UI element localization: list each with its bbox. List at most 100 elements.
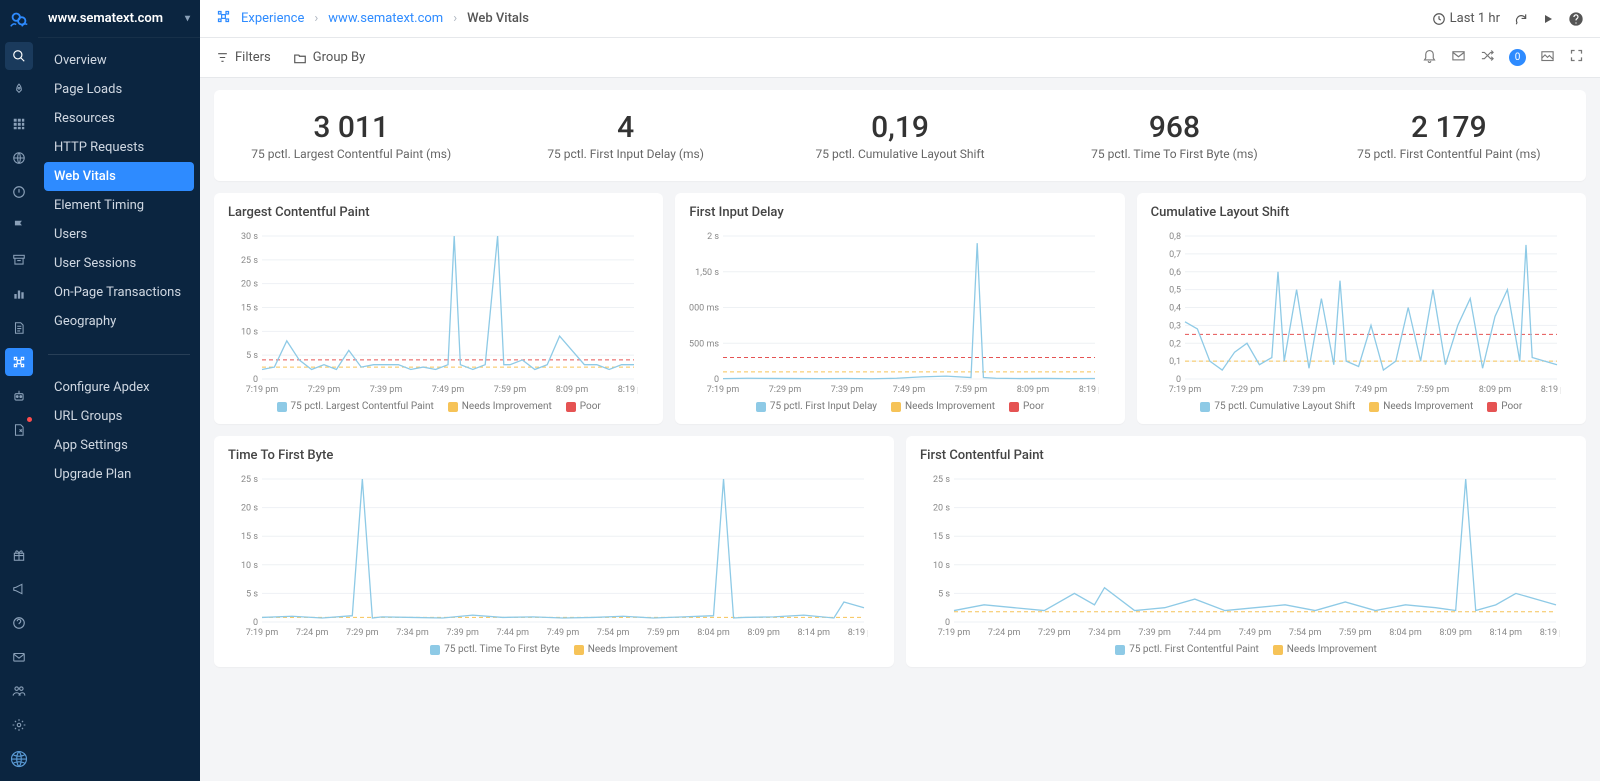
time-range-selector[interactable]: Last 1 hr <box>1432 11 1500 26</box>
fullscreen-icon[interactable] <box>1569 48 1584 67</box>
svg-text:7:29 pm: 7:29 pm <box>346 628 379 638</box>
svg-text:10 s: 10 s <box>241 327 258 337</box>
experience-icon[interactable] <box>5 348 33 376</box>
breadcrumb-mid[interactable]: www.sematext.com <box>328 11 443 26</box>
bell-icon[interactable] <box>1422 48 1437 67</box>
svg-text:25 s: 25 s <box>241 475 258 485</box>
panel-title: Time To First Byte <box>228 448 880 463</box>
chart-legend: 75 pctl. Cumulative Layout ShiftNeeds Im… <box>1151 401 1572 412</box>
help-circle-icon[interactable] <box>1568 11 1584 27</box>
gear-icon[interactable] <box>5 711 33 739</box>
svg-text:7:29 pm: 7:29 pm <box>1230 385 1263 395</box>
kpi-value: 4 <box>488 110 762 145</box>
sidebar-item-resources[interactable]: Resources <box>44 104 194 133</box>
sidebar-item-users[interactable]: Users <box>44 220 194 249</box>
app-logo-icon[interactable] <box>8 8 30 36</box>
svg-text:5 s: 5 s <box>246 351 258 361</box>
svg-text:20 s: 20 s <box>933 504 950 514</box>
filters-button[interactable]: Filters <box>216 50 271 65</box>
svg-text:0: 0 <box>253 618 258 628</box>
panel-title: First Contentful Paint <box>920 448 1572 463</box>
sidebar-item-on-page-transactions[interactable]: On-Page Transactions <box>44 278 194 307</box>
svg-text:7:24 pm: 7:24 pm <box>988 628 1021 638</box>
apps-grid-icon[interactable] <box>5 110 33 138</box>
sidebar-item-url-groups[interactable]: URL Groups <box>44 402 194 431</box>
archive-icon[interactable] <box>5 246 33 274</box>
bar-chart-icon[interactable] <box>5 280 33 308</box>
svg-text:7:29 pm: 7:29 pm <box>308 385 341 395</box>
svg-text:7:49 pm: 7:49 pm <box>893 385 926 395</box>
sidebar-item-app-settings[interactable]: App Settings <box>44 431 194 460</box>
kpi-value: 968 <box>1037 110 1311 145</box>
kpi-label: 75 pctl. Time To First Byte (ms) <box>1037 147 1311 161</box>
sidebar-item-http-requests[interactable]: HTTP Requests <box>44 133 194 162</box>
svg-text:0,6: 0,6 <box>1169 268 1181 278</box>
svg-text:0: 0 <box>1176 375 1181 385</box>
kpi: 0,1975 pctl. Cumulative Layout Shift <box>763 110 1037 161</box>
megaphone-icon[interactable] <box>5 575 33 603</box>
svg-text:0,5: 0,5 <box>1169 286 1181 296</box>
svg-text:7:39 pm: 7:39 pm <box>446 628 479 638</box>
breadcrumb-sep: › <box>314 11 318 26</box>
svg-text:8:04 pm: 8:04 pm <box>1389 628 1422 638</box>
svg-text:7:29 pm: 7:29 pm <box>769 385 802 395</box>
sidebar-item-element-timing[interactable]: Element Timing <box>44 191 194 220</box>
svg-text:7:59 pm: 7:59 pm <box>1339 628 1372 638</box>
svg-text:8:19 pm: 8:19 pm <box>1079 385 1099 395</box>
panel-cls: Cumulative Layout Shift 00,10,20,30,40,5… <box>1137 193 1586 424</box>
svg-text:500 ms: 500 ms <box>689 339 719 349</box>
flag-icon[interactable] <box>5 212 33 240</box>
svg-text:8:19 pm: 8:19 pm <box>848 628 868 638</box>
topbar: Experience › www.sematext.com › Web Vita… <box>200 0 1600 38</box>
svg-text:8:09 pm: 8:09 pm <box>1439 628 1472 638</box>
play-icon[interactable] <box>1542 13 1554 25</box>
globe-icon[interactable] <box>5 144 33 172</box>
document-icon[interactable] <box>5 314 33 342</box>
count-badge[interactable]: 0 <box>1509 49 1526 66</box>
kpi: 3 01175 pctl. Largest Contentful Paint (… <box>214 110 488 161</box>
kpi-value: 2 179 <box>1312 110 1586 145</box>
sidebar-item-user-sessions[interactable]: User Sessions <box>44 249 194 278</box>
robot-icon[interactable] <box>5 382 33 410</box>
rocket-icon[interactable] <box>5 76 33 104</box>
sidebar-item-geography[interactable]: Geography <box>44 307 194 336</box>
svg-text:7:49 pm: 7:49 pm <box>1354 385 1387 395</box>
sidebar-item-overview[interactable]: Overview <box>44 46 194 75</box>
svg-text:7:34 pm: 7:34 pm <box>396 628 429 638</box>
svg-text:7:24 pm: 7:24 pm <box>296 628 329 638</box>
sidebar-item-web-vitals[interactable]: Web Vitals <box>44 162 194 191</box>
chart-legend: 75 pctl. Largest Contentful PaintNeeds I… <box>228 401 649 412</box>
region-globe-icon[interactable] <box>5 745 33 773</box>
svg-text:8:04 pm: 8:04 pm <box>697 628 730 638</box>
shuffle-icon[interactable] <box>1480 48 1495 67</box>
export-icon[interactable] <box>5 416 33 444</box>
svg-text:10 s: 10 s <box>933 561 950 571</box>
breadcrumb-root[interactable]: Experience <box>241 11 304 26</box>
refresh-icon[interactable] <box>1514 12 1528 26</box>
panel-fcp: First Contentful Paint 05 s10 s15 s20 s2… <box>906 436 1586 667</box>
sidebar-app-selector[interactable]: www.sematext.com ▾ <box>38 0 200 38</box>
svg-text:7:19 pm: 7:19 pm <box>707 385 740 395</box>
sidebar: www.sematext.com ▾ OverviewPage LoadsRes… <box>38 0 200 781</box>
breadcrumb-current: Web Vitals <box>467 11 529 26</box>
groupby-button[interactable]: Group By <box>293 50 366 65</box>
screenshot-icon[interactable] <box>1540 48 1555 67</box>
svg-text:8:09 pm: 8:09 pm <box>747 628 780 638</box>
team-icon[interactable] <box>5 677 33 705</box>
mail-icon[interactable] <box>5 643 33 671</box>
sidebar-item-page-loads[interactable]: Page Loads <box>44 75 194 104</box>
panel-title: First Input Delay <box>689 205 1110 220</box>
svg-text:8:14 pm: 8:14 pm <box>798 628 831 638</box>
search-icon[interactable] <box>5 42 33 70</box>
alert-circle-icon[interactable] <box>5 178 33 206</box>
svg-text:7:39 pm: 7:39 pm <box>370 385 403 395</box>
svg-text:8:19 pm: 8:19 pm <box>618 385 638 395</box>
svg-text:7:39 pm: 7:39 pm <box>1292 385 1325 395</box>
help-icon[interactable] <box>5 609 33 637</box>
svg-text:7:59 pm: 7:59 pm <box>647 628 680 638</box>
sidebar-item-configure-apdex[interactable]: Configure Apdex <box>44 373 194 402</box>
gift-icon[interactable] <box>5 541 33 569</box>
envelope-icon[interactable] <box>1451 48 1466 67</box>
sidebar-item-upgrade-plan[interactable]: Upgrade Plan <box>44 460 194 489</box>
svg-text:1000 ms: 1000 ms <box>689 304 719 314</box>
